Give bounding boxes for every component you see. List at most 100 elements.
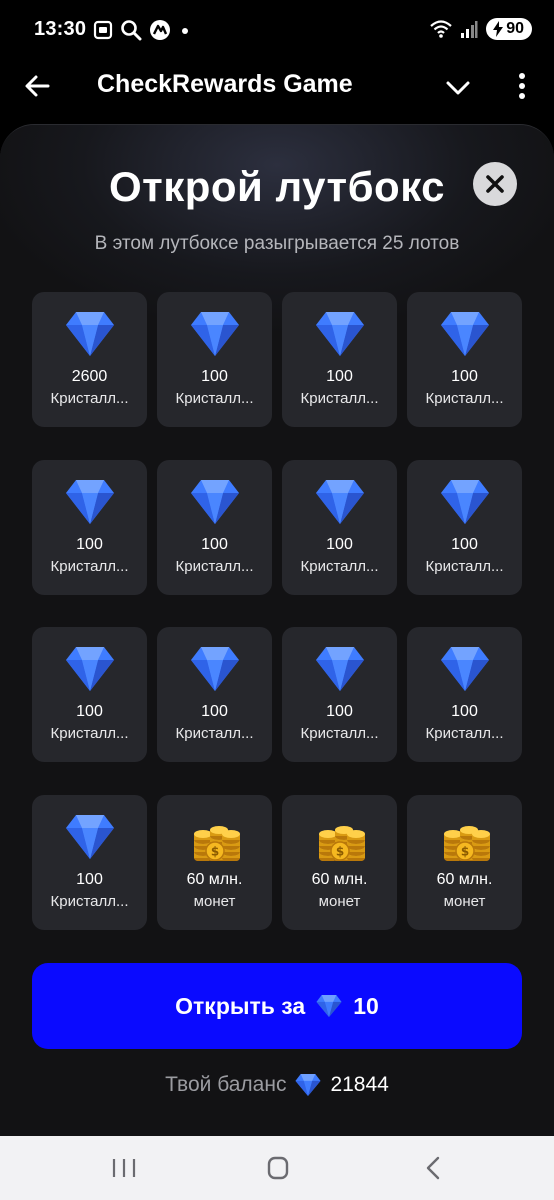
system-nav-bar [0, 1136, 554, 1200]
open-lootbox-button[interactable]: Открыть за 10 [32, 963, 522, 1049]
diamond-icon [441, 312, 489, 356]
diamond-icon [66, 312, 114, 356]
lootbox-item-value: 60 млн. [311, 870, 368, 888]
lootbox-item-value: 100 [201, 368, 228, 385]
lootbox-item-tile[interactable]: 100 Кристалл... [157, 627, 272, 762]
lootbox-item-value: 2600 [71, 368, 108, 385]
more-vert-icon[interactable] [508, 70, 536, 102]
lootbox-item-value: 100 [451, 535, 478, 553]
lootbox-item-tile[interactable]: 100 Кристалл... [282, 459, 397, 595]
status-icons-left [92, 18, 192, 42]
lootbox-item-name: Кристалл... [50, 725, 129, 742]
diamond-icon [66, 479, 114, 524]
diamond-icon [295, 1074, 321, 1096]
lootbox-item-value: 100 [76, 703, 103, 720]
lootbox-item-value: 100 [201, 703, 228, 720]
app-title: CheckRewards Game [97, 70, 353, 98]
diamond-icon [316, 647, 364, 691]
diamond-icon [191, 647, 239, 691]
battery-level: 90 [506, 20, 524, 37]
lootbox-item-tile[interactable]: 100 Кристалл... [157, 292, 272, 427]
lootbox-sheet: Открой лутбокс В этом лутбоксе разыгрыва… [0, 124, 554, 1137]
lootbox-item-value: 100 [326, 703, 353, 720]
svg-text:$: $ [461, 844, 469, 858]
lootbox-item-value: 100 [76, 535, 103, 553]
status-icons-right: 90 [430, 18, 532, 40]
lootbox-item-name: Кристалл... [50, 390, 129, 407]
app-bar: CheckRewards Game [0, 62, 554, 110]
lootbox-item-tile[interactable]: $60 млн. монет [157, 794, 272, 930]
sheet-subtitle: В этом лутбоксе разыгрывается 25 лотов [94, 233, 460, 254]
lootbox-item-tile[interactable]: 2600 Кристалл... [32, 292, 147, 427]
status-time: 13:30 [34, 18, 87, 40]
diamond-icon [191, 312, 239, 356]
lootbox-item-tile[interactable]: 100 Кристалл... [32, 459, 147, 595]
screenshot-icon [93, 20, 113, 40]
open-button-label: Открыть за [175, 992, 306, 1019]
lootbox-item-value: 100 [326, 535, 353, 553]
open-button-price: 10 [353, 992, 379, 1019]
chevron-down-icon[interactable] [442, 74, 474, 102]
lootbox-item-value: 60 млн. [186, 870, 243, 888]
lootbox-item-value: 60 млн. [436, 870, 493, 888]
lootbox-item-value: 100 [76, 870, 103, 888]
app-badge-icon [150, 20, 170, 40]
diamond-icon [66, 647, 114, 691]
lootbox-item-name: монет [443, 892, 486, 910]
coins-icon: $ [444, 825, 490, 861]
lootbox-item-value: 100 [326, 368, 353, 385]
close-icon [486, 175, 504, 193]
lootbox-item-name: монет [193, 892, 236, 910]
close-button[interactable] [473, 162, 517, 206]
diamond-icon [191, 479, 239, 524]
battery-icon: 90 [486, 18, 532, 40]
home-icon[interactable] [258, 1154, 298, 1182]
lootbox-item-name: Кристалл... [425, 557, 504, 575]
recent-apps-icon[interactable] [104, 1154, 144, 1182]
coins-icon: $ [319, 825, 365, 861]
coins-icon: $ [194, 825, 240, 861]
balance-label: Твой баланс [165, 1073, 287, 1096]
diamond-icon [66, 814, 114, 859]
diamond-icon [441, 647, 489, 691]
lootbox-item-tile[interactable]: 100 Кристалл... [407, 627, 522, 762]
diamond-icon [316, 995, 342, 1017]
lootbox-item-tile[interactable]: 100 Кристалл... [32, 794, 147, 930]
diamond-icon [441, 479, 489, 524]
lootbox-item-tile[interactable]: $60 млн. монет [282, 794, 397, 930]
lootbox-item-name: Кристалл... [300, 725, 379, 742]
lootbox-item-value: 100 [201, 535, 228, 553]
lootbox-item-name: монет [318, 892, 361, 910]
lootbox-item-name: Кристалл... [50, 557, 129, 575]
lootbox-item-name: Кристалл... [425, 390, 504, 407]
lootbox-item-name: Кристалл... [175, 557, 254, 575]
signal-icon [461, 21, 478, 38]
lootbox-item-tile[interactable]: 100 Кристалл... [282, 627, 397, 762]
lootbox-item-name: Кристалл... [425, 725, 504, 742]
status-bar: 13:30 90 [0, 0, 554, 62]
lootbox-item-tile[interactable]: 100 Кристалл... [32, 627, 147, 762]
balance-row: Твой баланс 21844 [0, 1073, 554, 1097]
lootbox-item-name: Кристалл... [300, 557, 379, 575]
back-arrow-icon[interactable] [22, 70, 54, 102]
lootbox-item-value: 100 [451, 703, 478, 720]
diamond-icon [316, 479, 364, 524]
lootbox-item-value: 100 [451, 368, 478, 385]
sheet-title: Открой лутбокс [108, 163, 446, 210]
balance-value: 21844 [330, 1073, 389, 1096]
lootbox-item-tile[interactable]: 100 Кристалл... [407, 459, 522, 595]
svg-text:$: $ [211, 844, 219, 858]
search-icon [121, 20, 142, 41]
diamond-icon [316, 312, 364, 356]
svg-text:$: $ [336, 844, 344, 858]
lootbox-item-name: Кристалл... [175, 390, 254, 407]
back-nav-icon[interactable] [414, 1154, 454, 1182]
lootbox-item-name: Кристалл... [50, 892, 129, 910]
lootbox-item-name: Кристалл... [175, 725, 254, 742]
lootbox-item-tile[interactable]: 100 Кристалл... [407, 292, 522, 427]
lootbox-item-tile[interactable]: $60 млн. монет [407, 794, 522, 930]
lootbox-item-tile[interactable]: 100 Кристалл... [282, 292, 397, 427]
lootbox-item-tile[interactable]: 100 Кристалл... [157, 459, 272, 595]
lootbox-item-name: Кристалл... [300, 390, 379, 407]
wifi-icon [430, 20, 452, 38]
